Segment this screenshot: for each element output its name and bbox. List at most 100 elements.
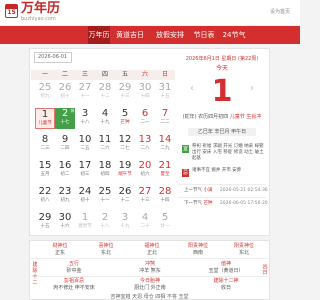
day-number: 15 xyxy=(38,160,52,171)
weekday-label: 二 xyxy=(61,71,68,78)
day-number: 28 xyxy=(158,186,172,197)
today-label[interactable]: 今天 xyxy=(178,65,266,72)
info-cell: 阳贵神位 西南 xyxy=(187,243,208,256)
lunar-day-label: 初九 xyxy=(40,94,50,99)
calendar-day-cell[interactable]: 3 十八 xyxy=(75,108,95,129)
lunar-day-label: 儿童节 xyxy=(38,121,52,126)
day-number: 26 xyxy=(58,82,72,93)
calendar-day-cell[interactable]: 27 十一 xyxy=(75,82,95,103)
nav-item-calendar[interactable]: 万年历 xyxy=(88,26,110,44)
info-cell: 喜神位 东北 xyxy=(98,243,114,256)
nav-item-solar-terms[interactable]: 24节气 xyxy=(220,26,248,44)
lunar-day-label: 建党节 xyxy=(78,224,92,229)
calendar-day-cell[interactable]: 9 二四 xyxy=(55,134,75,155)
next-day-icon[interactable]: › xyxy=(248,82,256,96)
next-term-label: 下一节气 xyxy=(184,201,202,206)
calendar-day-cell[interactable]: 23 初九 xyxy=(55,186,75,207)
calendar-day-cell[interactable]: 13 二八 xyxy=(135,134,155,155)
site-logo-text[interactable]: 万年历 xyxy=(21,2,60,16)
divider xyxy=(178,197,266,198)
lunar-day-label: 初十 xyxy=(80,198,90,203)
calendar-day-cell[interactable]: 29 十五 xyxy=(35,212,55,233)
calendar-day-cell[interactable]: 12 二七 xyxy=(115,134,135,155)
prev-term-time: 2026-05-21 02:54:36 xyxy=(219,188,268,193)
prev-term-name[interactable]: 小满 xyxy=(203,188,212,193)
day-number: 27 xyxy=(138,186,152,197)
calendar-day-cell[interactable]: 26 十二 xyxy=(115,186,135,207)
calendar-day-cell[interactable]: 29 十三 xyxy=(115,82,135,103)
calendar-day-cell[interactable]: 14 二九 xyxy=(155,134,175,155)
calendar-day-cell[interactable]: 31 十五 xyxy=(155,82,175,103)
weekday-label: 日 xyxy=(161,71,168,78)
next-term-name[interactable]: 芒种 xyxy=(203,201,212,206)
calendar-day-cell[interactable]: 24 初十 xyxy=(75,186,95,207)
calendar-day-cell[interactable]: 16 初二 xyxy=(55,160,75,181)
calendar-day-cell[interactable]: 25 十一 xyxy=(95,186,115,207)
calendar-day-cell[interactable]: 21 夏至 xyxy=(155,160,175,181)
day-number: 5 xyxy=(161,212,169,223)
day-number: 25 xyxy=(38,82,52,93)
day-number: 4 xyxy=(101,108,109,119)
ji-badge: 忌 xyxy=(182,169,189,177)
lunar-day-label: 二一 xyxy=(140,120,150,125)
calendar-day-cell[interactable]: 5 廿一 xyxy=(155,212,175,233)
calendar-day-cell[interactable]: 17 初三 xyxy=(75,160,95,181)
calendar-day-cell[interactable]: 4 二十 xyxy=(135,212,155,233)
calendar-day-cell[interactable]: 5 芒种 xyxy=(115,108,135,129)
calendar-day-cell[interactable]: 26 初十 xyxy=(55,82,75,103)
nav-item-lucky-days[interactable]: 黄道吉日 xyxy=(112,26,148,44)
day-number: 31 xyxy=(158,82,172,93)
calendar-day-cell[interactable]: 1 建党节 xyxy=(75,212,95,233)
footer-text: 吉神宜趋 天恩 母仓 四相 不将 玉堂 xyxy=(110,294,189,300)
lunar-day-label: 二九 xyxy=(160,146,170,151)
day-number: 29 xyxy=(118,82,132,93)
calendar-logo-icon[interactable]: 15 xyxy=(5,4,18,18)
calendar-day-cell[interactable]: 22 初八 xyxy=(35,186,55,207)
lunar-day-label: 初八 xyxy=(40,198,50,203)
site-domain: buzhiyao.com xyxy=(21,16,56,22)
day-number: 7 xyxy=(161,108,169,119)
nav-item-holidays[interactable]: 放假安排 xyxy=(152,26,188,44)
info-cell: 今日胎神 厨灶门 外正南 xyxy=(134,278,166,291)
calendar-day-cell[interactable]: 15 五月 xyxy=(35,160,55,181)
lunar-day-label: 十一 xyxy=(100,198,110,203)
calendar-day-cell[interactable]: 28 十四 xyxy=(155,186,175,207)
calendar-day-cell[interactable]: 3 十九 xyxy=(115,212,135,233)
day-number: 24 xyxy=(78,186,92,197)
calendar-day-cell[interactable]: 30 十六 xyxy=(55,212,75,233)
calendar-day-cell[interactable]: 2 十八 xyxy=(95,212,115,233)
calendar-day-cell[interactable]: 30 十四 xyxy=(135,82,155,103)
yi-badge: 宜 xyxy=(182,145,189,153)
calendar-day-cell[interactable]: 11 二六 xyxy=(95,134,115,155)
day-number: 22 xyxy=(38,186,52,197)
day-number: 28 xyxy=(98,82,112,93)
day-number: 21 xyxy=(158,160,172,171)
lunar-day-label: 初四 xyxy=(100,172,110,177)
lunar-day-label: 芒种 xyxy=(120,120,130,125)
calendar-day-cell[interactable]: 28 十二 xyxy=(95,82,115,103)
lunar-day-label: 十三 xyxy=(140,198,150,203)
calendar-day-cell[interactable]: 27 十三 xyxy=(135,186,155,207)
calendar-day-cell[interactable]: 2 十七休 xyxy=(55,108,75,129)
calendar-day-cell[interactable]: 1 儿童节 xyxy=(35,108,55,129)
calendar-day-cell[interactable]: 20 初六 xyxy=(135,160,155,181)
lunar-day-label: 初九 xyxy=(60,198,70,203)
calendar-day-cell[interactable]: 6 二一 xyxy=(135,108,155,129)
lunar-tag: 儿童节 生肖冲 xyxy=(229,114,262,120)
set-homepage-link[interactable]: 设为首页 xyxy=(270,9,290,15)
lunar-day-label: 二四 xyxy=(60,146,70,151)
lunar-day-label: 二二 xyxy=(160,120,170,125)
date-input[interactable]: 2026-06-01 xyxy=(34,52,72,63)
calendar-day-cell[interactable]: 10 二五 xyxy=(75,134,95,155)
nav-item-festivals[interactable]: 节日表 xyxy=(190,26,218,44)
calendar-day-cell[interactable]: 4 十九 xyxy=(95,108,115,129)
calendar-day-cell[interactable]: 8 二三 xyxy=(35,134,55,155)
calendar-day-cell[interactable]: 7 二二 xyxy=(155,108,175,129)
lunar-day-label: 初三 xyxy=(80,172,90,177)
day-number: 1 xyxy=(41,109,49,120)
calendar-day-cell[interactable]: 25 初九 xyxy=(35,82,55,103)
lunar-day-label: 十五 xyxy=(160,94,170,99)
calendar-day-cell[interactable]: 18 初四 xyxy=(95,160,115,181)
calendar-day-cell[interactable]: 19 端午节 xyxy=(115,160,135,181)
day-number: 26 xyxy=(118,186,132,197)
